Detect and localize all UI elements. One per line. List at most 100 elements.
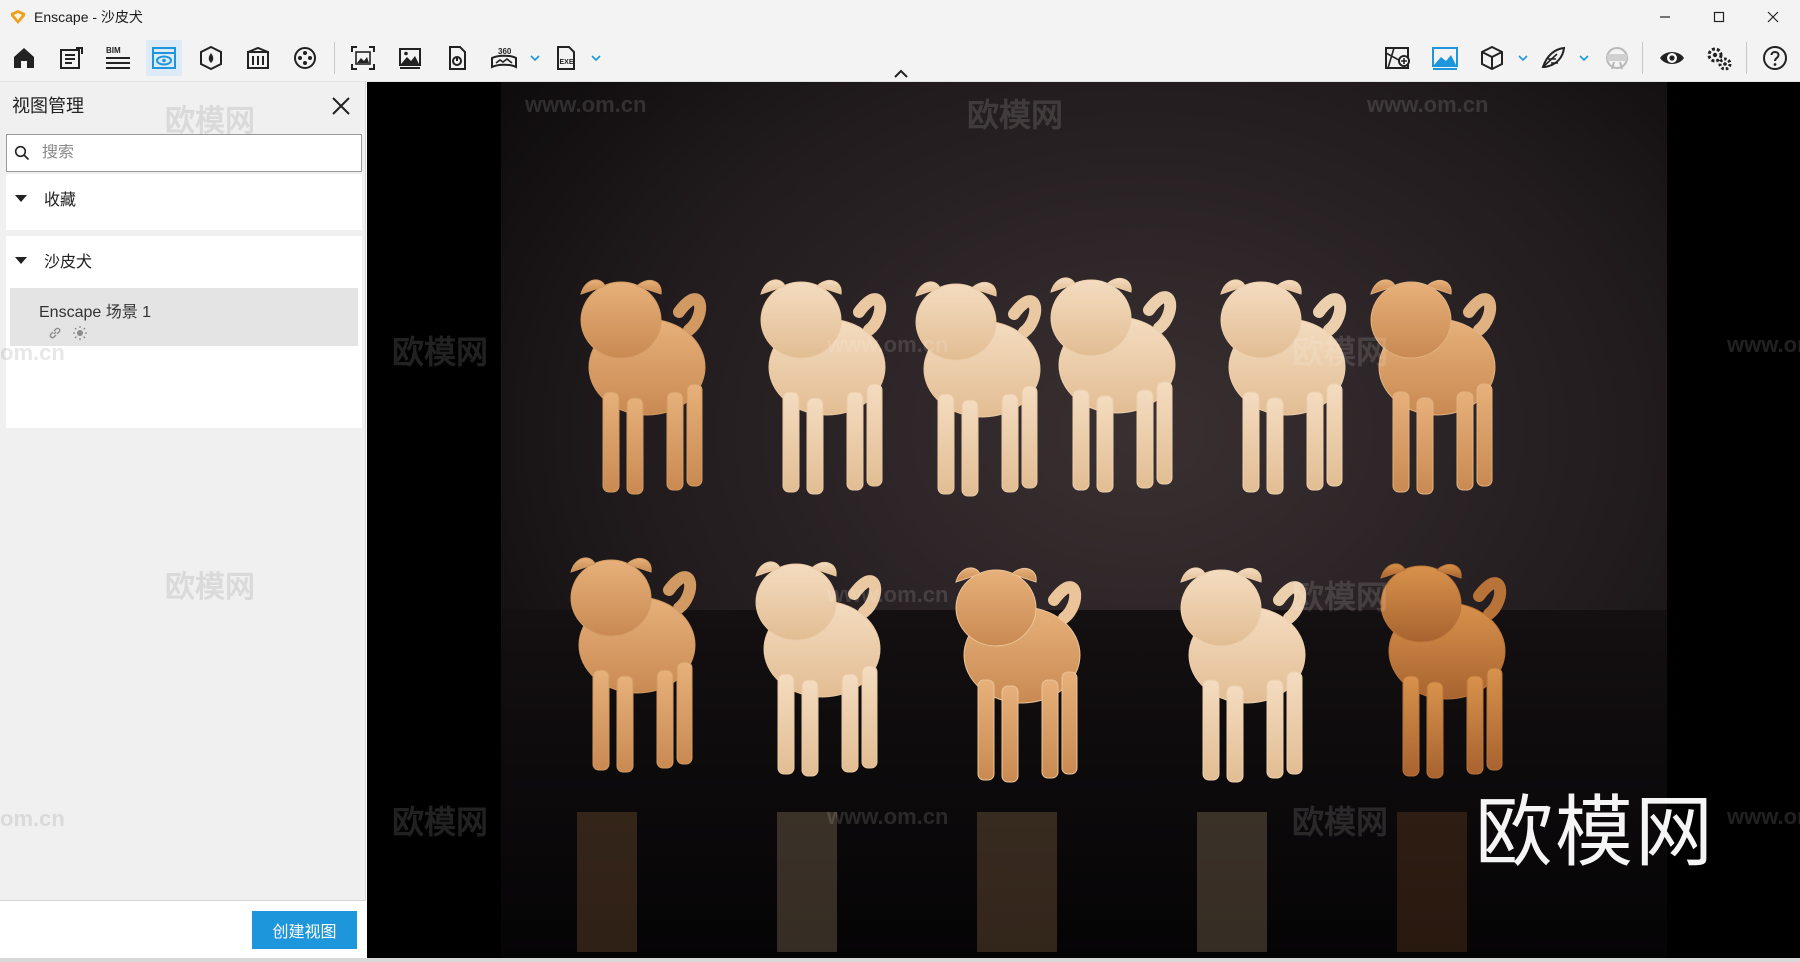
panel-footer: 创建视图	[0, 900, 366, 958]
link-icon[interactable]	[48, 326, 62, 340]
vr-headset-icon	[1606, 47, 1628, 70]
watermark-text: 欧模网	[1292, 579, 1389, 615]
window-bottom-edge	[0, 958, 1800, 962]
panorama-360-icon: 360	[491, 47, 517, 69]
watermark-text: www.om.cn	[525, 92, 647, 117]
panorama-button[interactable]: 360	[486, 40, 522, 76]
building-icon	[247, 46, 269, 69]
screenshot-button[interactable]	[345, 40, 381, 76]
help-icon	[1763, 46, 1787, 70]
collapse-toolbar-icon[interactable]	[892, 68, 910, 80]
watermark-text: om.cn	[0, 806, 65, 831]
watermark-text: 欧模网	[1292, 334, 1389, 370]
watermark-text: 欧模网	[165, 571, 255, 604]
feather-icon	[1541, 46, 1566, 68]
minimize-button[interactable]	[1638, 0, 1692, 34]
svg-text:360: 360	[498, 47, 512, 56]
render-image-button[interactable]	[392, 40, 428, 76]
svg-text:BIM: BIM	[106, 46, 121, 55]
asset-library-button[interactable]	[193, 40, 229, 76]
favorites-label: 收藏	[44, 192, 77, 209]
window-title: Enscape - 沙皮犬	[34, 9, 143, 25]
home-icon	[14, 48, 34, 68]
render-viewport[interactable]: www.om.cn 欧模网 www.om.cn 欧模网 www.om.cn 欧模…	[367, 82, 1800, 958]
object-button[interactable]	[1474, 40, 1510, 76]
exe-export-icon: EXE	[557, 46, 575, 70]
sun-icon[interactable]	[72, 325, 88, 341]
image-icon	[399, 48, 421, 69]
search-input[interactable]	[42, 144, 342, 162]
enscape-logo-icon	[11, 10, 25, 24]
watermark-text: www.om.cn	[827, 332, 949, 357]
building-button[interactable]	[240, 40, 276, 76]
title-bar: Enscape - 沙皮犬	[0, 0, 1800, 34]
video-reel-icon	[294, 47, 316, 69]
map-icon	[1385, 47, 1410, 69]
home-button[interactable]	[6, 40, 42, 76]
toolbar-separator	[1642, 42, 1643, 74]
view-management-button[interactable]	[146, 40, 182, 76]
cube-icon	[1481, 45, 1503, 71]
watermark-text: www.om.cn	[827, 804, 949, 829]
favorites-section-header[interactable]: 收藏	[6, 174, 362, 222]
caret-down-icon	[15, 195, 27, 202]
watermark-text: www.om.cn	[1367, 92, 1489, 117]
batch-render-button[interactable]	[439, 40, 475, 76]
notes-button[interactable]	[53, 40, 89, 76]
vr-asset-icon	[200, 45, 222, 71]
svg-text:EXE: EXE	[560, 59, 574, 66]
close-window-button[interactable]	[1746, 0, 1800, 34]
settings-icon	[1707, 47, 1732, 71]
caret-down-icon	[15, 257, 27, 264]
watermark-text: 欧模网	[392, 804, 489, 840]
sky-settings-button[interactable]	[1427, 40, 1463, 76]
material-dropdown-icon[interactable]	[1578, 52, 1590, 64]
vr-headset-button[interactable]	[1598, 40, 1634, 76]
batch-render-icon	[449, 46, 466, 70]
sky-image-icon	[1432, 47, 1458, 70]
close-icon	[1767, 11, 1779, 23]
create-view-button[interactable]: 创建视图	[252, 911, 357, 949]
watermark-text: www.om.cn	[1727, 332, 1800, 357]
brand-watermark: 欧模网	[1475, 788, 1716, 878]
maximize-button[interactable]	[1692, 0, 1746, 34]
object-dropdown-icon[interactable]	[1517, 52, 1529, 64]
watermark-text: om.cn	[0, 340, 65, 365]
favorites-section: 收藏	[6, 174, 362, 230]
search-icon	[14, 145, 30, 161]
export-dropdown-icon[interactable]	[590, 52, 602, 64]
settings-button[interactable]	[1701, 40, 1737, 76]
maximize-icon	[1713, 11, 1725, 23]
watermark-text: 欧模网	[967, 97, 1064, 133]
bim-button[interactable]: BIM	[100, 40, 136, 76]
watermark-text: 欧模网	[392, 334, 489, 370]
watermark-text: www.om.cn	[827, 582, 949, 607]
view-item-name: Enscape 场景 1	[39, 304, 152, 321]
help-button[interactable]	[1757, 40, 1793, 76]
screenshot-icon	[351, 46, 375, 70]
view-item[interactable]: Enscape 场景 1	[10, 288, 358, 346]
panorama-dropdown-icon[interactable]	[529, 52, 541, 64]
view-group-header[interactable]: 沙皮犬	[6, 236, 362, 284]
view-management-panel: 视图管理 收藏 沙皮犬 Enscape 场景 1 欧模网 欧模网 om.cn o…	[0, 82, 366, 958]
view-group-section: 沙皮犬 Enscape 场景 1	[6, 236, 362, 428]
toolbar-separator	[334, 42, 335, 74]
close-panel-icon[interactable]	[330, 95, 352, 117]
exe-export-button[interactable]: EXE	[548, 40, 584, 76]
material-button[interactable]	[1535, 40, 1571, 76]
video-editor-button[interactable]	[287, 40, 323, 76]
notes-icon	[60, 47, 83, 69]
visual-settings-button[interactable]	[1654, 40, 1690, 76]
view-management-icon	[152, 47, 176, 69]
minimize-icon	[1660, 16, 1670, 18]
eye-icon	[1660, 52, 1684, 64]
watermark-text: 欧模网	[1292, 804, 1389, 840]
view-group-label: 沙皮犬	[44, 254, 93, 271]
watermark-text: www.om.cn	[1727, 804, 1800, 829]
bim-icon: BIM	[106, 46, 130, 69]
window-controls	[1638, 0, 1800, 34]
panel-title: 视图管理	[12, 96, 84, 116]
map-button[interactable]	[1380, 40, 1416, 76]
watermark-text: 欧模网	[165, 105, 255, 138]
toolbar-separator	[1746, 42, 1747, 74]
